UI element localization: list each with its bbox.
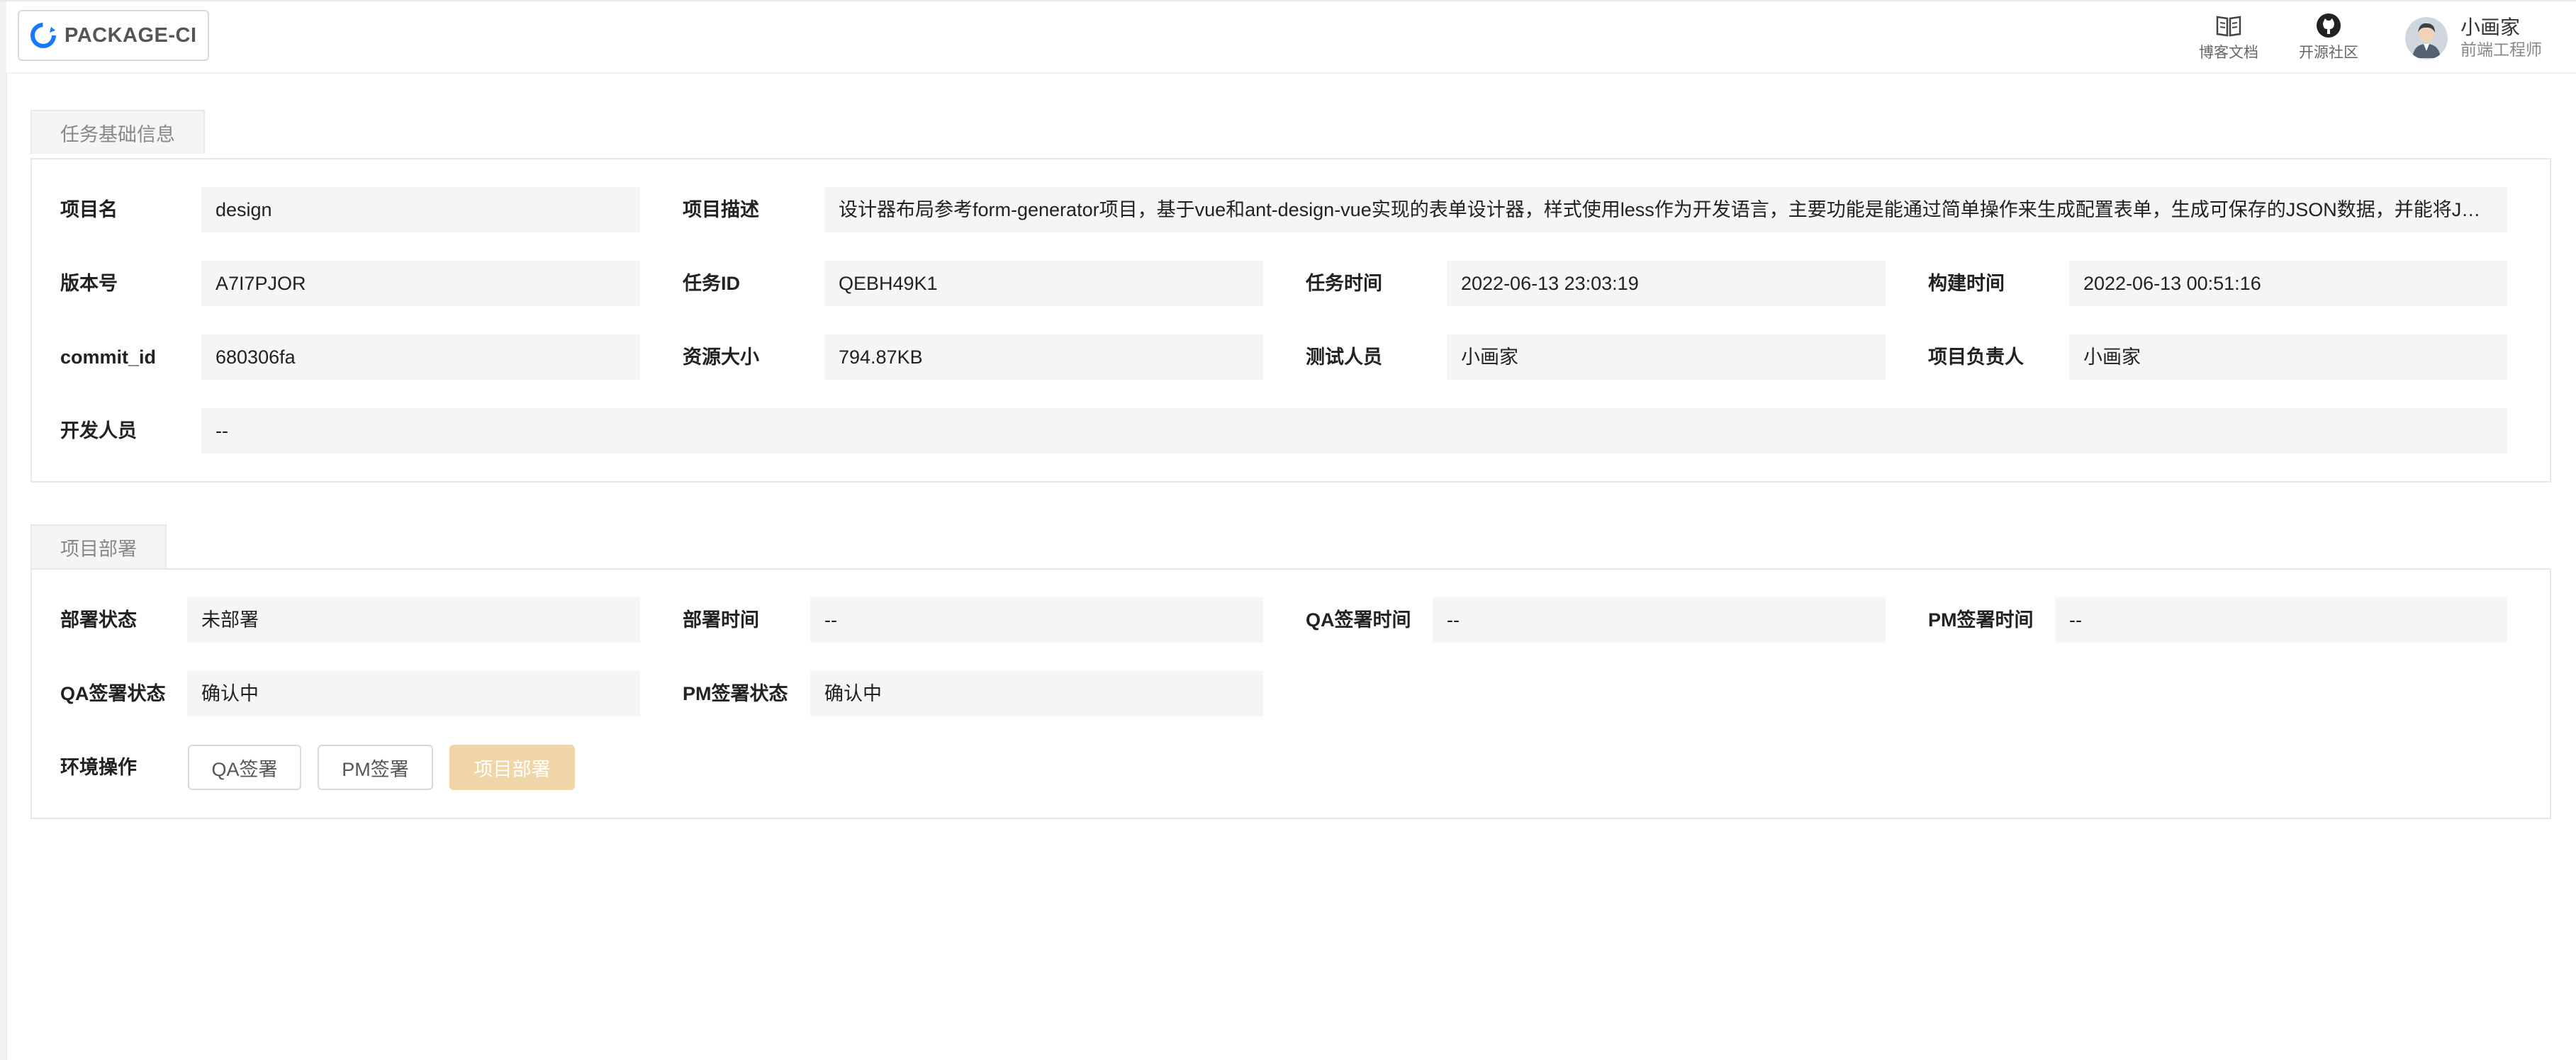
book-icon — [2214, 13, 2243, 38]
project-desc-field: 设计器布局参考form-generator项目，基于vue和ant-design… — [824, 187, 2507, 232]
deploy-time-field: -- — [810, 597, 1263, 643]
blog-docs-link[interactable]: 博客文档 — [2190, 13, 2268, 62]
task-id-field: QEBH49K1 — [824, 261, 1263, 306]
project-desc-label: 项目描述 — [683, 199, 759, 220]
tab-deploy[interactable]: 项目部署 — [30, 524, 167, 568]
tester-label: 测试人员 — [1306, 346, 1382, 368]
tester-field: 小画家 — [1447, 334, 1886, 380]
pm-sign-time-label: PM签署时间 — [1928, 609, 2034, 631]
version-field: A7I7PJOR — [201, 261, 640, 306]
pm-sign-status-label: PM签署状态 — [683, 683, 788, 704]
logo-text: PACKAGE-CI — [65, 23, 197, 47]
pm-sign-button[interactable]: PM签署 — [318, 745, 433, 790]
logo[interactable]: PACKAGE-CI — [18, 10, 209, 61]
user-info: 小画家 前端工程师 — [2460, 16, 2542, 61]
task-id-label: 任务ID — [683, 273, 740, 294]
project-name-field: design — [201, 187, 640, 232]
qa-sign-button[interactable]: QA签署 — [188, 745, 301, 790]
deploy-status-label: 部署状态 — [60, 609, 137, 631]
build-time-field: 2022-06-13 00:51:16 — [2069, 261, 2507, 306]
developer-field: -- — [201, 408, 2507, 453]
qa-sign-status-field: 确认中 — [187, 671, 640, 716]
commit-id-label: commit_id — [60, 346, 157, 368]
task-time-field: 2022-06-13 23:03:19 — [1447, 261, 1886, 306]
pm-sign-time-field: -- — [2055, 597, 2507, 643]
tab-task-info[interactable]: 任务基础信息 — [30, 110, 205, 154]
commit-id-field: 680306fa — [201, 334, 640, 380]
user-role: 前端工程师 — [2460, 41, 2542, 60]
env-ops-label: 环境操作 — [60, 757, 137, 778]
resource-size-field: 794.87KB — [824, 334, 1263, 380]
logo-icon — [30, 23, 56, 48]
user-menu[interactable]: 小画家 前端工程师 — [2405, 11, 2568, 65]
qa-sign-time-label: QA签署时间 — [1306, 609, 1411, 631]
blog-docs-label: 博客文档 — [2199, 44, 2258, 61]
resource-size-label: 资源大小 — [683, 346, 759, 368]
deploy-status-field: 未部署 — [187, 597, 640, 643]
owner-label: 项目负责人 — [1928, 346, 2024, 368]
qa-sign-status-label: QA签署状态 — [60, 683, 166, 704]
project-name-label: 项目名 — [60, 199, 118, 220]
open-source-link[interactable]: 开源社区 — [2290, 13, 2368, 62]
avatar — [2405, 17, 2448, 60]
user-name: 小画家 — [2460, 16, 2521, 39]
qa-sign-time-field: -- — [1433, 597, 1886, 643]
developer-label: 开发人员 — [60, 420, 137, 441]
left-rail — [0, 0, 7, 1060]
pm-sign-status-field: 确认中 — [810, 671, 1263, 716]
task-time-label: 任务时间 — [1306, 273, 1382, 294]
deploy-button[interactable]: 项目部署 — [449, 745, 575, 790]
open-source-label: 开源社区 — [2299, 44, 2358, 61]
deploy-time-label: 部署时间 — [683, 609, 759, 631]
build-time-label: 构建时间 — [1928, 273, 2005, 294]
version-label: 版本号 — [60, 273, 118, 294]
github-icon — [2314, 13, 2343, 38]
app-header: PACKAGE-CI 博客文档 开源社区 小画家 前端工程师 — [6, 1, 2576, 74]
owner-field: 小画家 — [2069, 334, 2507, 380]
